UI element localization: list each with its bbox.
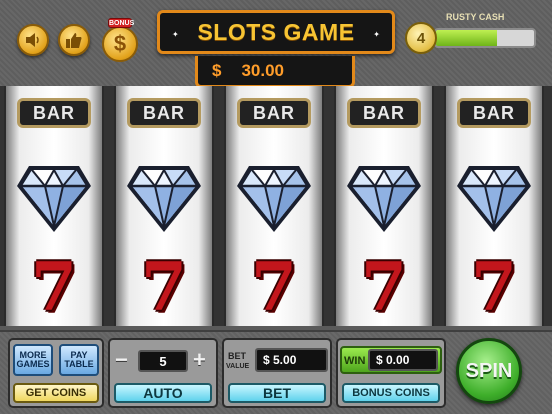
bonus-coin-icon: $ [102, 26, 138, 62]
sound-button[interactable] [17, 24, 49, 56]
bar-symbol: BAR [127, 98, 201, 128]
diamond-symbol-icon [235, 164, 313, 234]
bet-label: BET [228, 351, 246, 361]
bonus-tag: BONUS [108, 18, 135, 28]
reel-4: BAR 7 [334, 86, 434, 326]
pay-table-button[interactable]: PAY TABLE [59, 344, 99, 376]
star-icon: ✦ [373, 30, 380, 39]
lines-value: 5 [138, 350, 188, 372]
speaker-icon [26, 33, 39, 47]
reel-3: BAR 7 [224, 86, 324, 326]
bar-symbol: BAR [347, 98, 421, 128]
reel-1: BAR 7 [4, 86, 104, 326]
seven-symbol: 7 [251, 248, 297, 326]
diamond-symbol-icon [345, 164, 423, 234]
seven-symbol: 7 [471, 248, 517, 326]
bonus-button[interactable]: $ BONUS [102, 18, 138, 62]
seven-symbol: 7 [361, 248, 407, 326]
bonus-coins-button[interactable]: BONUS COINS [342, 383, 440, 403]
star-icon: ✦ [172, 30, 179, 39]
bar-symbol: BAR [17, 98, 91, 128]
diamond-symbol-icon [125, 164, 203, 234]
reel-5: BAR 7 [444, 86, 544, 326]
diamond-symbol-icon [455, 164, 533, 234]
spin-button[interactable]: SPIN [456, 338, 522, 404]
balance-amount: 30.00 [241, 60, 285, 80]
get-coins-button[interactable]: GET COINS [13, 383, 99, 403]
reel-2: BAR 7 [114, 86, 214, 326]
lines-plus-button[interactable]: + [193, 347, 206, 373]
level-badge: 4 [405, 22, 437, 54]
like-button[interactable] [58, 24, 90, 56]
bet-value: $ 5.00 [255, 348, 328, 372]
more-games-button[interactable]: MORE GAMES [13, 344, 53, 376]
spin-label: SPIN [465, 359, 513, 382]
page-title: SLOTS GAME [197, 18, 355, 45]
xp-progress-bar [434, 28, 536, 48]
win-label: WIN [344, 355, 366, 367]
seven-symbol: 7 [141, 248, 187, 326]
balance-currency: $ [212, 60, 222, 80]
reel-area: BAR 7 BAR 7 BAR 7 BAR 7 BAR 7 [0, 86, 552, 326]
bar-symbol: BAR [457, 98, 531, 128]
bar-symbol: BAR [237, 98, 311, 128]
top-bar: $ BONUS ✦ SLOTS GAME ✦ $ 30.00 RUSTY CAS… [0, 0, 552, 88]
xp-progress-fill [436, 30, 497, 46]
bet-value-label: VALUE [226, 363, 250, 370]
win-value: $ 0.00 [368, 349, 438, 371]
title-banner: ✦ SLOTS GAME ✦ [157, 10, 395, 54]
thumbs-up-icon [66, 32, 82, 48]
seven-symbol: 7 [31, 248, 77, 326]
auto-button[interactable]: AUTO [114, 383, 212, 403]
rank-label: RUSTY CASH [446, 12, 505, 22]
bet-button[interactable]: BET [228, 383, 326, 403]
lines-minus-button[interactable]: − [115, 347, 128, 373]
diamond-symbol-icon [15, 164, 93, 234]
balance-display: $ 30.00 [195, 56, 355, 88]
